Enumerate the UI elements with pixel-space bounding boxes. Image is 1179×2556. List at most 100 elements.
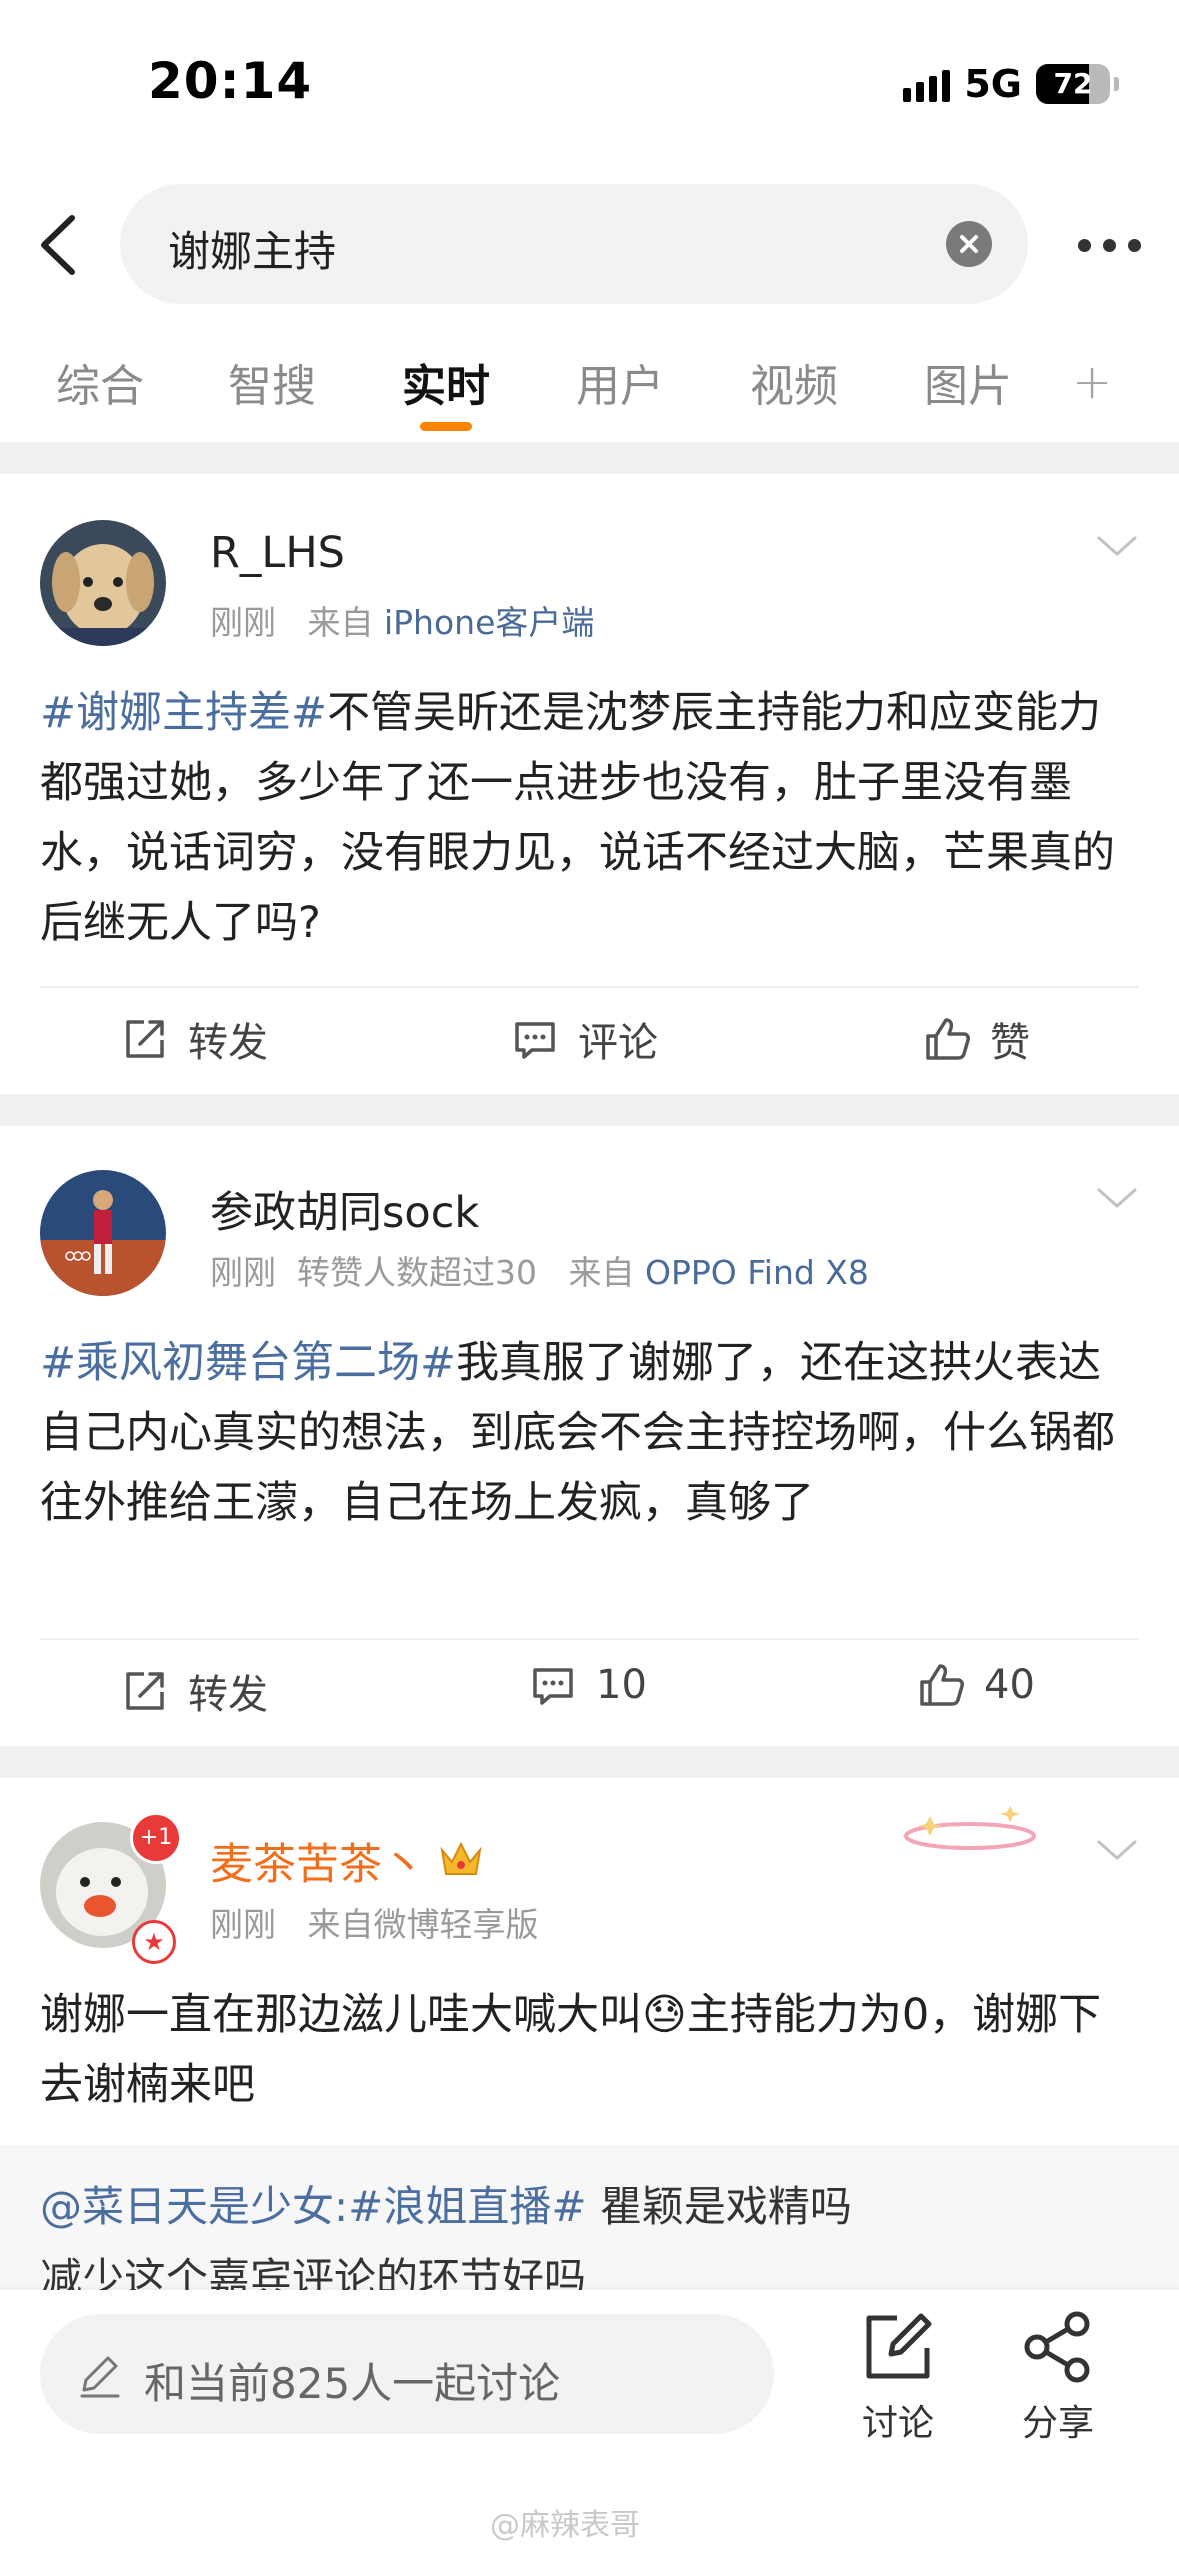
section-divider — [0, 442, 1179, 474]
signal-icon — [903, 66, 951, 102]
username[interactable]: 参政胡同sock — [210, 1178, 479, 1240]
status-bar: 20:14 5G 72 — [0, 0, 1179, 170]
chevron-down-icon[interactable] — [1095, 532, 1139, 562]
new-badge: +1 — [130, 1812, 182, 1864]
active-tab-indicator — [420, 422, 472, 431]
comment-button[interactable]: 评论 — [512, 1010, 658, 1068]
verified-star-icon: ★ — [132, 1920, 176, 1964]
share-icon — [1024, 2311, 1090, 2383]
dot-icon — [1102, 238, 1116, 252]
section-divider — [0, 1746, 1179, 1778]
sparkle-decoration-icon — [904, 1806, 1036, 1850]
more-options-button[interactable] — [1059, 220, 1159, 270]
divider — [40, 1638, 1139, 1640]
dot-icon — [1127, 238, 1141, 252]
username[interactable]: R_LHS — [210, 528, 345, 578]
crown-icon — [440, 1841, 482, 1875]
repost-count-note: 转赞人数超过30 — [296, 1253, 537, 1292]
search-input[interactable]: 谢娜主持 — [120, 184, 1028, 304]
post-time: 刚刚 — [210, 1253, 276, 1292]
divider — [40, 986, 1139, 988]
quoted-post-preview[interactable]: @菜日天是少女:#浪姐直播# 瞿颖是戏精吗 减少这个嘉宾评论的环节好吗 — [0, 2145, 1179, 2303]
repost-button[interactable]: 转发 — [122, 1010, 268, 1068]
section-divider — [0, 1094, 1179, 1126]
thumbs-up-icon — [926, 1018, 970, 1060]
dot-icon — [1077, 238, 1091, 252]
close-icon — [960, 235, 978, 253]
tab-realtime[interactable]: 实时 — [402, 350, 490, 414]
status-time: 20:14 — [148, 52, 313, 110]
comment-icon — [515, 1022, 555, 1059]
post-source[interactable]: iPhone客户端 — [384, 603, 594, 642]
repost-button[interactable]: 转发 — [122, 1662, 268, 1720]
post-card[interactable]: +1 ★ 麦茶苦茶丶 刚刚 来自微博轻享版 谢娜一直在那边滋儿哇大喊大叫😓主持能… — [0, 1778, 1179, 2148]
post-source[interactable]: OPPO Find X8 — [645, 1253, 869, 1292]
tab-users[interactable]: 用户 — [576, 350, 664, 414]
puppy-avatar-icon — [40, 520, 166, 646]
post-card[interactable]: 参政胡同sock 刚刚 转赞人数超过30 来自 OPPO Find X8 #乘风… — [0, 1126, 1179, 1746]
post-content: 谢娜一直在那边滋儿哇大喊大叫😓主持能力为0，谢娜下去谢楠来吧 — [40, 1980, 1140, 2120]
post-time: 刚刚 — [210, 603, 276, 642]
like-count: 40 — [984, 1662, 1035, 1708]
repost-icon — [126, 1672, 164, 1710]
chevron-down-icon[interactable] — [1095, 1184, 1139, 1214]
battery-level: 72 — [1053, 67, 1093, 100]
tennis-player-avatar-icon — [40, 1170, 166, 1296]
post-meta: 刚刚 来自微博轻享版 — [210, 1898, 538, 1946]
repost-label: 转发 — [188, 1672, 268, 1718]
repost-icon — [126, 1020, 164, 1058]
network-type: 5G — [964, 62, 1022, 106]
tab-smart-search[interactable]: 智搜 — [228, 350, 316, 414]
back-arrow-icon — [41, 215, 75, 275]
search-query: 谢娜主持 — [168, 227, 337, 276]
chevron-down-icon[interactable] — [1095, 1836, 1139, 1866]
discussion-input[interactable]: 和当前825人一起讨论 — [40, 2314, 774, 2434]
source-prefix: 来自 — [568, 1253, 635, 1292]
status-indicators: 5G 72 — [903, 62, 1119, 106]
mention-link[interactable]: @菜日天是少女: — [40, 2182, 348, 2231]
search-bar: 谢娜主持 — [0, 180, 1179, 310]
discuss-label: 讨论 — [861, 2403, 934, 2444]
like-button[interactable]: 赞 — [924, 1010, 1030, 1068]
username[interactable]: 麦茶苦茶丶 — [210, 1830, 425, 1892]
add-tab-button[interactable]: + — [1072, 354, 1112, 410]
quote-line: @菜日天是少女:#浪姐直播# 瞿颖是戏精吗 — [40, 2173, 852, 2234]
discussion-placeholder: 和当前825人一起讨论 — [144, 2359, 561, 2408]
hashtag-link[interactable]: #乘风初舞台第二场# — [40, 1338, 456, 1388]
post-content: #乘风初舞台第二场#我真服了谢娜了，还在这拱火表达自己内心真实的想法，到底会不会… — [40, 1328, 1140, 1538]
source-prefix: 来自 — [307, 603, 374, 642]
clear-search-button[interactable] — [946, 221, 992, 267]
watermark: @麻辣表哥 — [490, 2508, 640, 2543]
like-label: 赞 — [990, 1020, 1030, 1066]
edit-square-icon — [866, 2313, 932, 2379]
repost-label: 转发 — [188, 1020, 268, 1066]
share-button[interactable]: 分享 — [998, 2310, 1118, 2446]
tab-images[interactable]: 图片 — [924, 350, 1012, 414]
comment-count: 10 — [596, 1662, 647, 1708]
post-source: 微博轻享版 — [373, 1905, 539, 1944]
hashtag-link[interactable]: #谢娜主持差# — [40, 688, 327, 738]
hashtag-link[interactable]: #浪姐直播# — [348, 2182, 586, 2231]
share-label: 分享 — [1021, 2403, 1094, 2444]
post-card[interactable]: R_LHS 刚刚 来自 iPhone客户端 #谢娜主持差#不管吴昕还是沈梦辰主持… — [0, 474, 1179, 1094]
post-meta: 刚刚 来自 iPhone客户端 — [210, 596, 594, 644]
comment-label: 评论 — [578, 1020, 658, 1066]
sweat-emoji-icon: 😓 — [642, 1990, 687, 2040]
tab-comprehensive[interactable]: 综合 — [56, 350, 144, 414]
comment-button[interactable]: 10 — [530, 1662, 647, 1708]
discuss-button[interactable]: 讨论 — [838, 2310, 958, 2446]
pencil-icon — [80, 2356, 120, 2398]
thumbs-up-icon — [920, 1664, 964, 1706]
back-button[interactable] — [30, 210, 90, 280]
post-time: 刚刚 — [210, 1905, 276, 1944]
post-meta: 刚刚 转赞人数超过30 来自 OPPO Find X8 — [210, 1246, 869, 1294]
source-prefix: 来自 — [307, 1905, 374, 1944]
post-content: #谢娜主持差#不管吴昕还是沈梦辰主持能力和应变能力都强过她，多少年了还一点进步也… — [40, 678, 1140, 958]
avatar[interactable] — [40, 520, 166, 646]
like-button[interactable]: 40 — [918, 1662, 1035, 1708]
quote-text: 瞿颖是戏精吗 — [586, 2182, 852, 2231]
battery-icon: 72 — [1036, 64, 1110, 104]
avatar[interactable] — [40, 1170, 166, 1296]
tab-videos[interactable]: 视频 — [750, 350, 838, 414]
comment-icon — [533, 1668, 573, 1705]
